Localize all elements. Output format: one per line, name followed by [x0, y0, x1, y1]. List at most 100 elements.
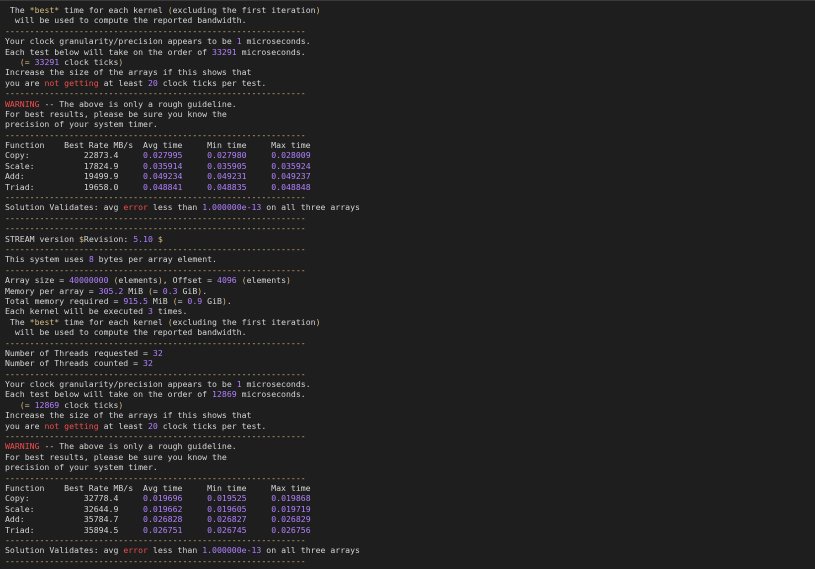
terminal-text-segment: Function Best Rate MB/s Avg time Min tim… — [5, 482, 311, 493]
terminal-text-segment: you are — [5, 420, 45, 431]
terminal-text-segment: precision of your system timer. — [5, 119, 158, 130]
terminal-text-segment: Your clock granularity/precision appears… — [5, 379, 237, 390]
terminal-text-segment: 0.035905 — [207, 160, 247, 171]
terminal-text-segment: clock ticks — [59, 56, 119, 67]
terminal-text-segment: time for each kernel — [59, 316, 168, 327]
terminal-text-segment: Increase the size of the arrays if this … — [5, 67, 252, 78]
terminal-text-segment: -- The above is only a rough guideline. — [39, 98, 237, 109]
terminal-text-segment: you are — [5, 77, 45, 88]
terminal-text-segment: = — [152, 285, 163, 296]
terminal-text-segment: ----------------------------------------… — [5, 212, 306, 223]
terminal-text-segment: Copy: — [5, 150, 30, 161]
terminal-text-segment: 0.019525 — [207, 493, 247, 504]
terminal-text-segment: not getting — [44, 420, 99, 431]
terminal-line: Each kernel will be executed 3 times. — [5, 306, 810, 316]
terminal-text-segment: 0.035914 — [143, 160, 183, 171]
terminal-line: ----------------------------------------… — [5, 265, 810, 275]
terminal-text-segment: clock ticks per test. — [157, 77, 267, 88]
terminal-line: ----------------------------------------… — [5, 26, 810, 36]
terminal-text-segment: The — [5, 316, 30, 327]
terminal-line: (= 12869 clock ticks) — [5, 400, 810, 410]
terminal-text-segment: Function Best Rate MB/s Avg time Min tim… — [5, 140, 311, 151]
terminal-text-segment: excluding the first iteration — [172, 5, 316, 15]
terminal-line: Increase the size of the arrays if this … — [5, 67, 810, 77]
terminal-text-segment: MiB — [123, 285, 148, 296]
terminal-text-segment: Your clock granularity/precision appears… — [5, 36, 237, 47]
terminal-text-segment: less than — [147, 202, 203, 213]
terminal-text-segment: will be used to compute the reported ban… — [5, 15, 247, 26]
terminal-text-segment: 0.048848 — [271, 181, 311, 192]
terminal-text-segment: 32 — [143, 358, 153, 369]
terminal-text-segment: ) — [118, 56, 124, 67]
terminal-text-segment: 33291 — [34, 56, 60, 67]
terminal-line: Function Best Rate MB/s Avg time Min tim… — [5, 483, 810, 493]
terminal-text-segment: 915.5 — [123, 295, 148, 306]
terminal-line: Copy: 22873.4 0.027995 0.027980 0.028009 — [5, 150, 810, 160]
terminal-line: This system uses 8 bytes per array eleme… — [5, 254, 810, 264]
terminal-text-segment: Array size = — [5, 275, 70, 286]
terminal-line: Function Best Rate MB/s Avg time Min tim… — [5, 140, 810, 150]
terminal-text-segment: 32644.9 — [34, 503, 144, 514]
terminal-text-segment: 0.049231 — [207, 171, 247, 182]
terminal-text-segment: ----------------------------------------… — [5, 25, 306, 36]
terminal-text-segment: ----------------------------------------… — [5, 264, 306, 275]
terminal-text-segment: 305.2 — [98, 285, 124, 296]
terminal-text-segment: clock ticks — [59, 399, 119, 410]
terminal-text-segment: 0.019719 — [271, 503, 311, 514]
terminal-line: ----------------------------------------… — [5, 431, 810, 441]
terminal-text-segment: Add: — [5, 171, 25, 182]
terminal-text-segment: 20 — [147, 420, 158, 431]
terminal-line: The *best* time for each kernel (excludi… — [5, 317, 810, 327]
terminal-text-segment: For best results, please be sure you kno… — [5, 108, 227, 119]
terminal-text-segment: ----------------------------------------… — [5, 368, 306, 379]
terminal-text-segment: 19499.9 — [24, 171, 144, 182]
terminal-text-segment: 0.027980 — [207, 150, 247, 161]
terminal-text-segment: , Offset = — [162, 275, 218, 286]
terminal-text-segment: will be used to compute the reported ban… — [5, 327, 247, 338]
terminal-text-segment: Scale: — [5, 160, 35, 171]
terminal-line: ----------------------------------------… — [5, 338, 810, 348]
terminal-text-segment: ----------------------------------------… — [5, 337, 306, 348]
terminal-text-segment: Triad: — [5, 181, 35, 192]
terminal-text-segment: MiB — [147, 295, 173, 306]
terminal-text-segment: 0.026756 — [271, 524, 311, 535]
terminal-line: ----------------------------------------… — [5, 223, 810, 233]
terminal-line: Add: 19499.9 0.049234 0.049231 0.049237 — [5, 171, 810, 181]
terminal-text-segment: less than — [147, 545, 203, 556]
terminal-line: Memory per array = 305.2 MiB (= 0.3 GiB)… — [5, 286, 810, 296]
terminal-text-segment: 35894.5 — [34, 524, 144, 535]
terminal-text-segment: Each test below will take on the order o… — [5, 46, 213, 57]
terminal-text-segment: Each test below will take on the order o… — [5, 389, 213, 400]
terminal-text-segment: 19658.0 — [34, 181, 144, 192]
terminal-line: Solution Validates: avg error less than … — [5, 545, 810, 555]
terminal-text-segment: ----------------------------------------… — [5, 223, 306, 234]
terminal-text-segment: at least — [98, 420, 148, 431]
terminal-line: will be used to compute the reported ban… — [5, 327, 810, 337]
terminal-text-segment: 40000000 — [69, 275, 109, 286]
terminal-text-segment: on all three arrays — [261, 202, 360, 213]
terminal-text-segment: 12869 — [212, 389, 237, 400]
terminal-text-segment: ----------------------------------------… — [5, 192, 306, 203]
terminal-text-segment: 0.019662 — [143, 503, 183, 514]
terminal-line: WARNING -- The above is only a rough gui… — [5, 441, 810, 451]
terminal-line: Copy: 32778.4 0.019696 0.019525 0.019868 — [5, 493, 810, 503]
terminal-text-segment: The — [5, 5, 30, 15]
terminal-text-segment: 0.027995 — [143, 150, 183, 161]
terminal-text-segment: 20 — [147, 77, 158, 88]
terminal-output[interactable]: The *best* time for each kernel (excludi… — [0, 0, 815, 569]
terminal-text-segment: ----------------------------------------… — [5, 472, 306, 483]
terminal-text-segment: 0.049237 — [271, 171, 311, 182]
terminal-text-segment: ----------------------------------------… — [5, 431, 306, 442]
terminal-line: you are not getting at least 20 clock ti… — [5, 78, 810, 88]
terminal-text-segment: ) — [118, 399, 124, 410]
terminal-text-segment: Number of Threads requested = — [5, 347, 153, 358]
